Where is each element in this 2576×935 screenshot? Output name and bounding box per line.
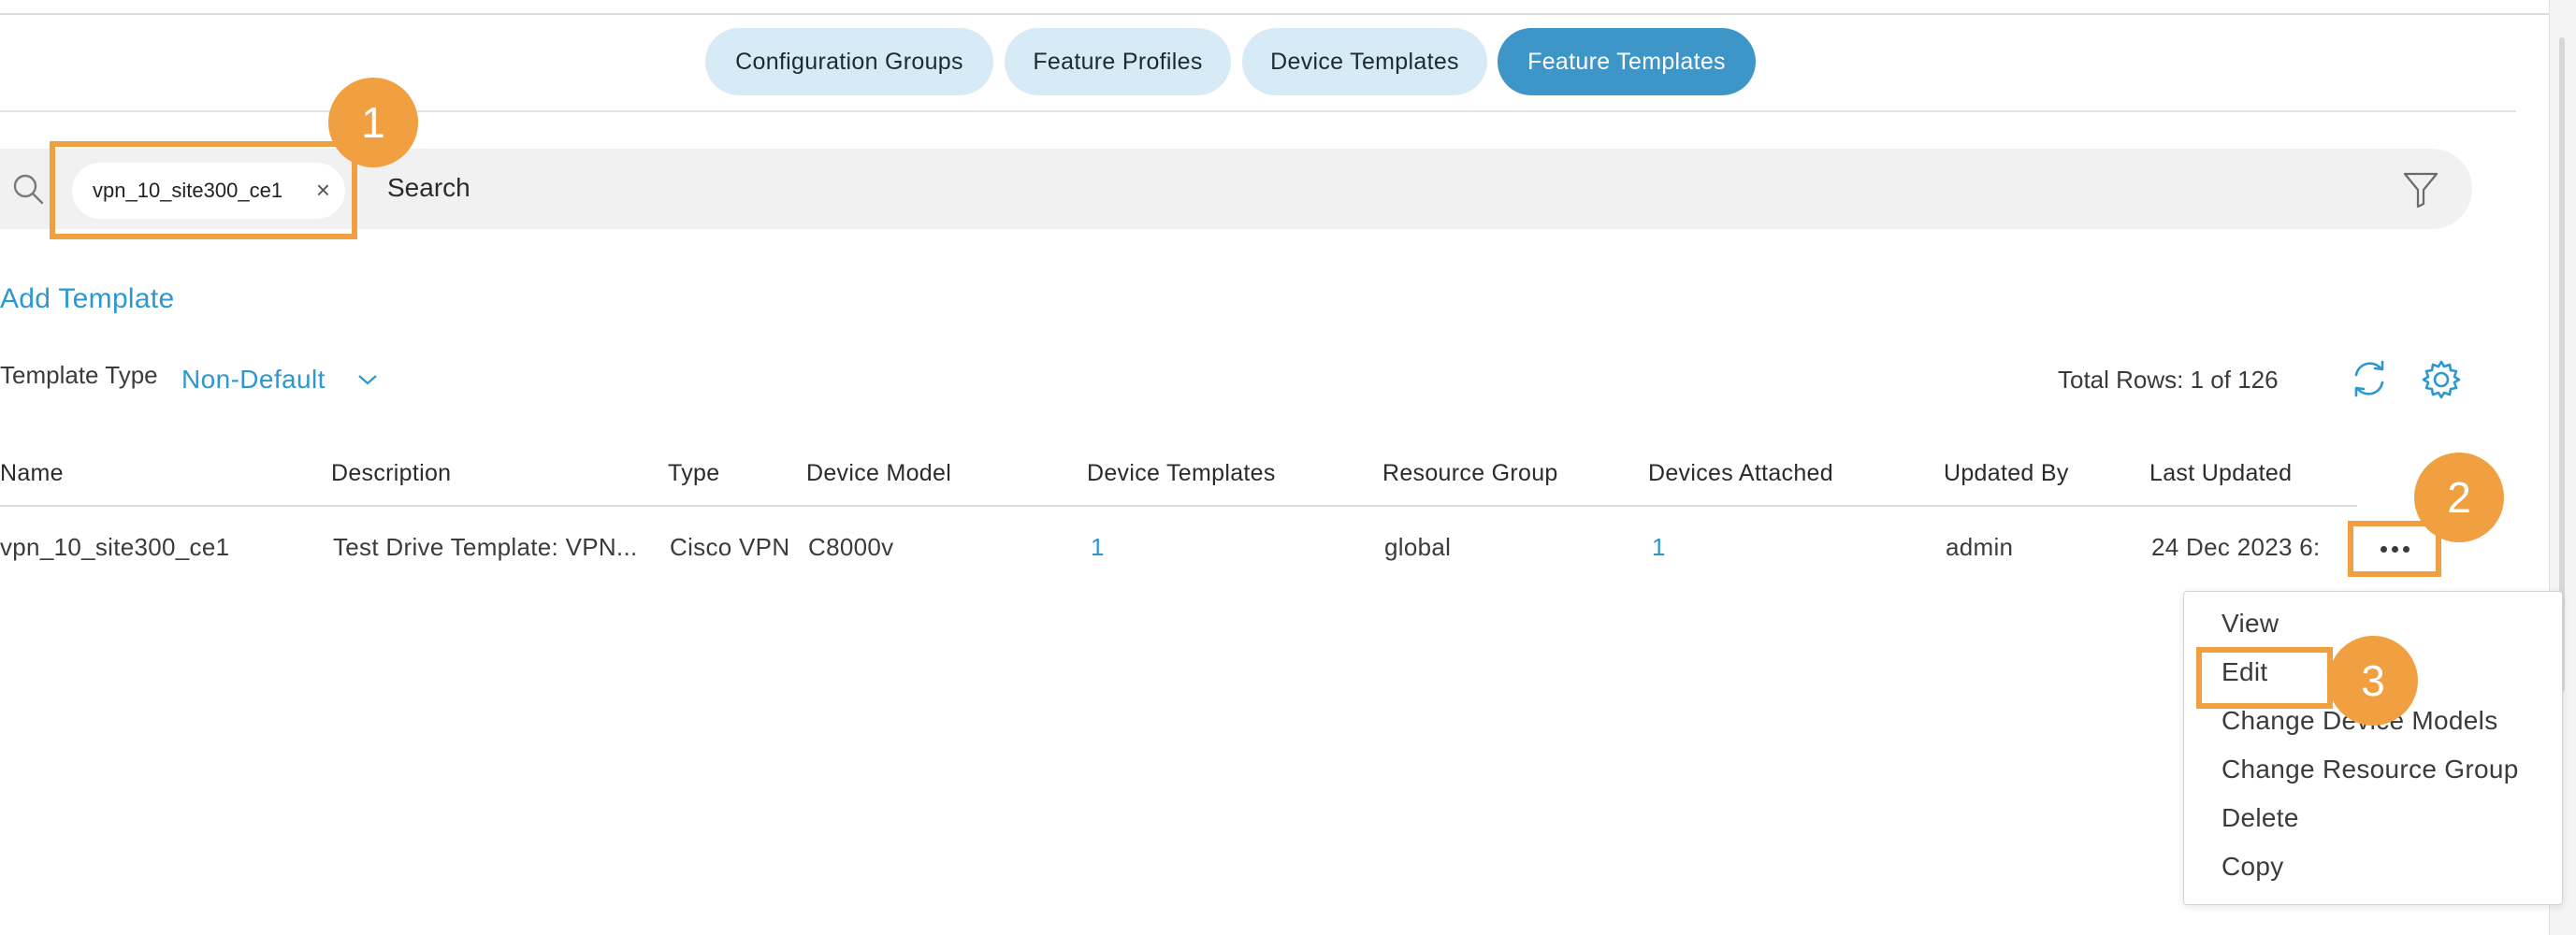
highlight-box-3 — [2196, 647, 2333, 709]
column-header-device-model[interactable]: Device Model — [806, 458, 951, 488]
column-header-description[interactable]: Description — [331, 458, 451, 488]
annotation-badge-2: 2 — [2414, 453, 2504, 542]
cell-resource-group: global — [1384, 533, 1452, 561]
tab-feature-profiles[interactable]: Feature Profiles — [1005, 28, 1231, 95]
column-header-updated-by[interactable]: Updated By — [1944, 458, 2069, 488]
column-header-type[interactable]: Type — [668, 458, 719, 488]
highlight-box-1 — [50, 141, 357, 239]
template-type-label: Template Type — [0, 361, 158, 389]
cell-updated-by: admin — [1946, 533, 2014, 561]
cell-description: Test Drive Template: VPN... — [333, 533, 638, 561]
column-header-resource-group[interactable]: Resource Group — [1382, 458, 1558, 488]
column-header-device-templates[interactable]: Device Templates — [1087, 458, 1276, 488]
cell-devices-attached-link[interactable]: 1 — [1652, 531, 1666, 563]
cell-device-templates-link[interactable]: 1 — [1091, 531, 1105, 563]
tab-feature-templates[interactable]: Feature Templates — [1498, 28, 1756, 95]
menu-item-view[interactable]: View — [2221, 607, 2279, 640]
cell-device-model: C8000v — [808, 533, 894, 561]
annotation-badge-3: 3 — [2328, 636, 2418, 726]
chevron-down-icon[interactable] — [357, 373, 378, 386]
column-header-name[interactable]: Name — [0, 458, 64, 488]
cell-type: Cisco VPN — [670, 533, 790, 561]
menu-item-delete[interactable]: Delete — [2221, 801, 2299, 835]
refresh-icon[interactable] — [2350, 357, 2389, 400]
tab-configuration-groups[interactable]: Configuration Groups — [705, 28, 993, 95]
menu-item-change-resource-group[interactable]: Change Resource Group — [2221, 753, 2519, 786]
column-header-devices-attached[interactable]: Devices Attached — [1648, 458, 1833, 488]
menu-item-copy[interactable]: Copy — [2221, 850, 2284, 884]
annotation-badge-1: 1 — [328, 78, 418, 167]
cell-last-updated: 24 Dec 2023 6: — [2151, 533, 2321, 561]
cell-name: vpn_10_site300_ce1 — [0, 533, 230, 561]
gear-icon[interactable] — [2421, 359, 2462, 400]
add-template-link[interactable]: Add Template — [0, 280, 175, 318]
tab-device-templates[interactable]: Device Templates — [1242, 28, 1487, 95]
total-rows: Total Rows: 1 of 126 — [2058, 366, 2279, 394]
table-header-divider — [0, 505, 2357, 507]
column-header-last-updated[interactable]: Last Updated — [2149, 458, 2292, 488]
search-input[interactable]: Search — [387, 170, 470, 206]
template-type-select[interactable]: Non-Default — [181, 362, 326, 397]
search-icon[interactable] — [11, 172, 45, 206]
top-border — [0, 0, 2576, 15]
filter-icon[interactable] — [2402, 170, 2439, 209]
